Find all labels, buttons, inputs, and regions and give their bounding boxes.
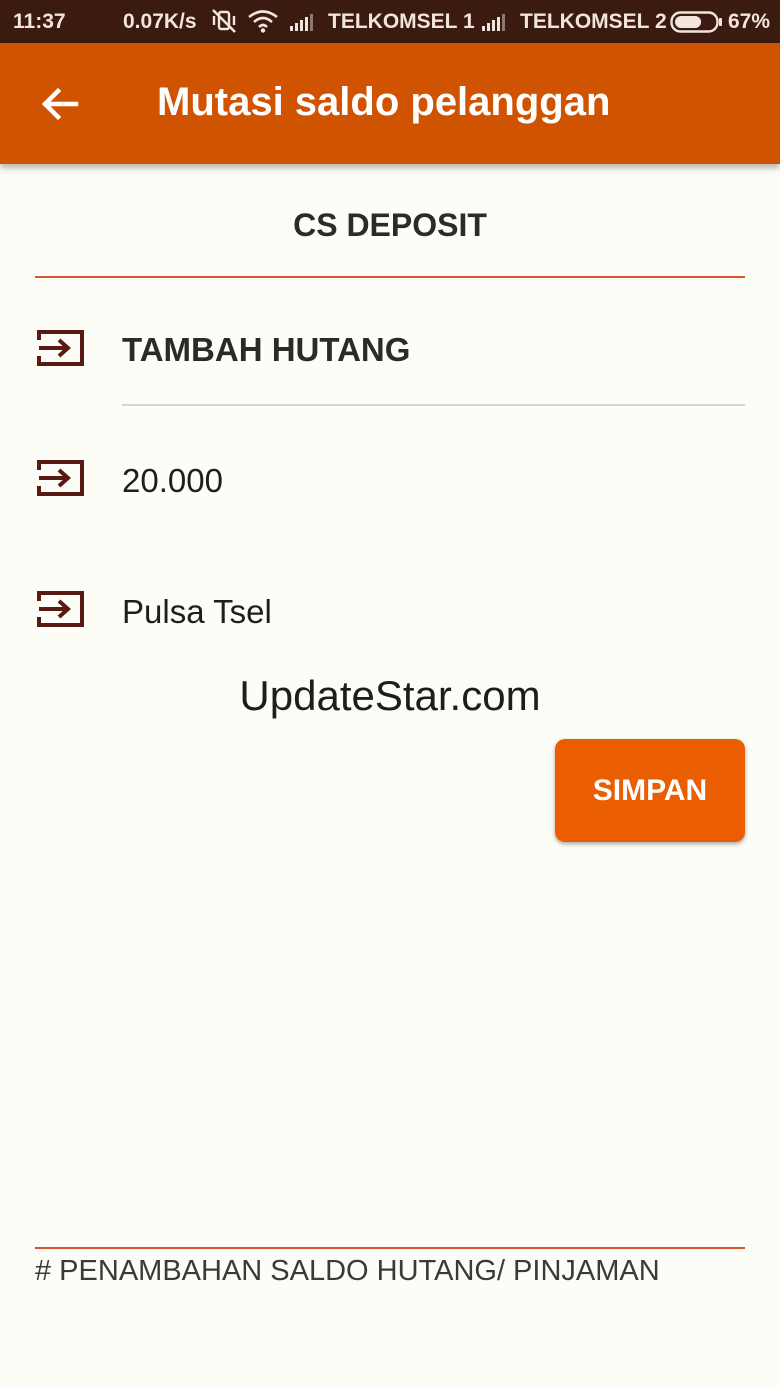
network-speed: 0.07K/s xyxy=(123,10,197,33)
section-divider xyxy=(35,276,745,278)
select-underline xyxy=(122,404,745,406)
wifi-icon xyxy=(247,9,279,39)
battery-icon xyxy=(670,11,724,39)
footer-note: # PENAMBAHAN SALDO HUTANG/ PINJAMAN xyxy=(35,1255,660,1287)
carrier-1: TELKOMSEL 1 xyxy=(328,10,475,33)
footer-divider xyxy=(35,1247,745,1249)
watermark: UpdateStar.com xyxy=(239,672,541,719)
vibrate-off-icon xyxy=(210,8,238,40)
carrier-2: TELKOMSEL 2 xyxy=(520,10,667,33)
back-button[interactable] xyxy=(30,76,90,132)
signal-icon xyxy=(289,13,313,31)
note-field[interactable]: Pulsa Tsel xyxy=(122,593,272,631)
status-time: 11:37 xyxy=(13,10,66,33)
signal-icon xyxy=(481,13,505,31)
input-arrow-icon xyxy=(35,458,87,498)
amount-field[interactable]: 20.000 xyxy=(122,462,223,500)
input-arrow-icon xyxy=(35,589,87,629)
save-button[interactable]: SIMPAN xyxy=(555,739,745,842)
arrow-left-icon xyxy=(41,87,79,121)
transaction-type-select[interactable]: TAMBAH HUTANG xyxy=(122,331,410,369)
status-bar: 11:37 0.07K/s TELKOMSEL 1 TELKOMSEL 2 67… xyxy=(0,0,780,43)
page-title: Mutasi saldo pelanggan xyxy=(157,80,611,124)
app-bar: Mutasi saldo pelanggan xyxy=(0,43,780,164)
input-arrow-icon xyxy=(35,328,87,368)
section-title: CS DEPOSIT xyxy=(293,207,487,243)
battery-percent: 67% xyxy=(728,10,771,33)
